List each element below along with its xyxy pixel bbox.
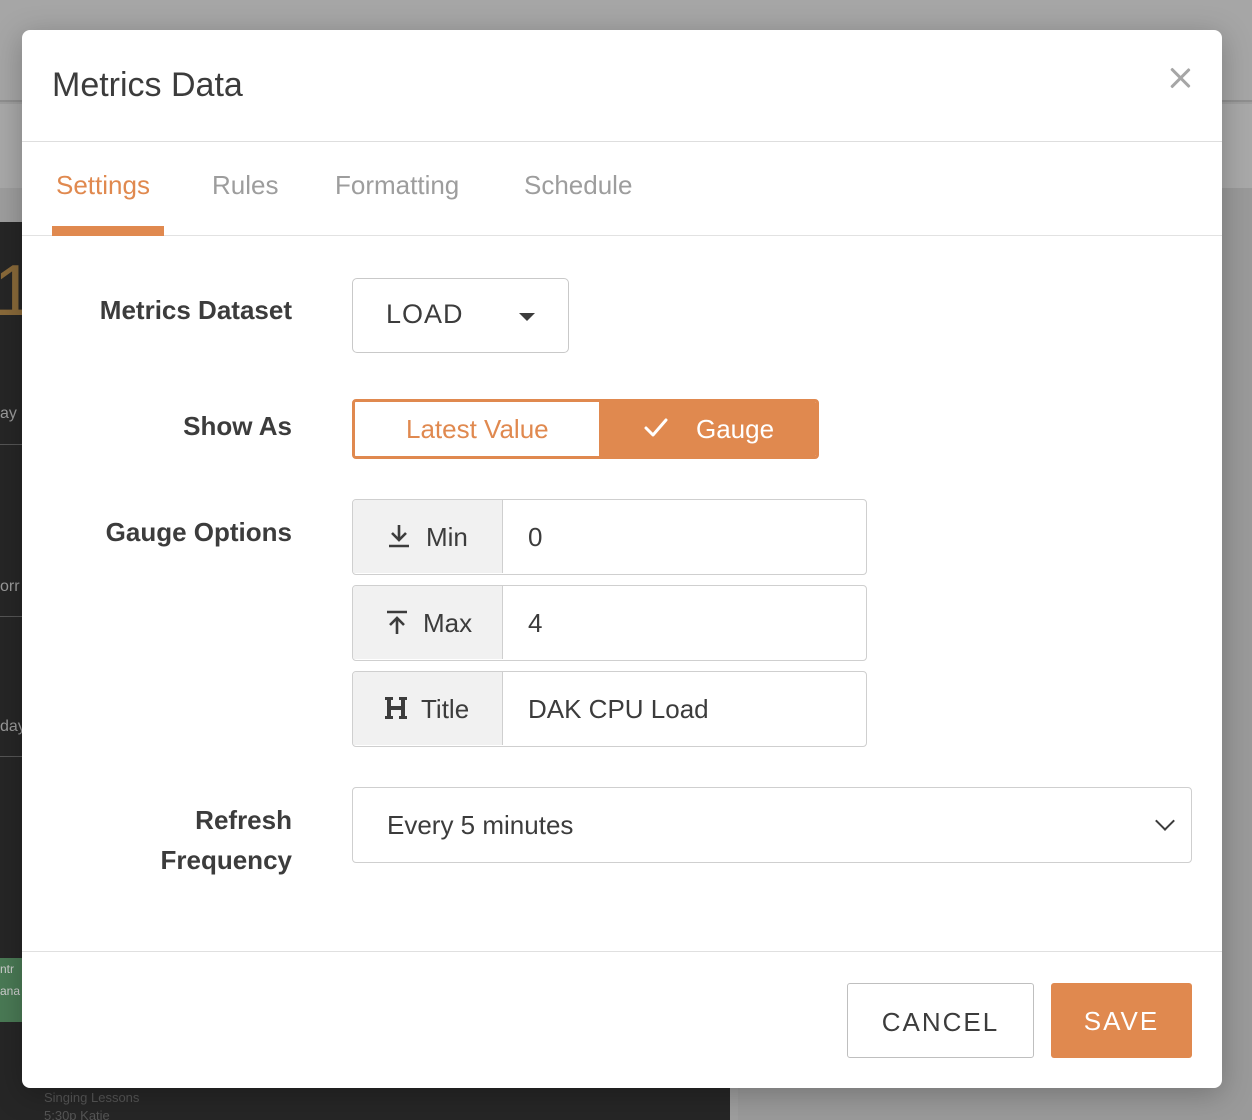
heading-icon: [385, 697, 407, 719]
metrics-dataset-label: Metrics Dataset: [99, 295, 292, 325]
gauge-min-input[interactable]: 0: [528, 522, 542, 553]
modal-header: Metrics Data: [22, 30, 1222, 142]
check-icon: [644, 418, 668, 437]
background-text: 5:30p Katie: [44, 1108, 110, 1120]
refresh-frequency-label-line1: Refresh: [195, 805, 292, 835]
close-icon[interactable]: [1166, 64, 1194, 92]
refresh-frequency-select[interactable]: Every 5 minutes: [352, 787, 1192, 863]
cancel-button-label: CANCEL: [881, 1007, 1000, 1037]
background-text: ay: [0, 405, 17, 422]
show-as-label: Show As: [183, 411, 292, 441]
background-text: orr: [0, 578, 20, 595]
latest-value-option[interactable]: Latest Value: [355, 402, 599, 456]
background-text: ntr: [0, 962, 15, 976]
min-addon: Min: [353, 500, 503, 573]
save-button[interactable]: SAVE: [1051, 983, 1192, 1058]
gauge-max-group: Max 4: [352, 585, 867, 661]
refresh-frequency-value: Every 5 minutes: [387, 810, 574, 840]
latest-value-label: Latest Value: [406, 414, 549, 444]
title-addon-label: Title: [421, 694, 470, 724]
gauge-option[interactable]: Gauge: [599, 402, 816, 456]
gauge-title-group: Title DAK CPU Load: [352, 671, 867, 747]
metrics-dataset-value: LOAD: [386, 299, 464, 329]
max-addon: Max: [353, 586, 503, 659]
background-divider: [0, 444, 22, 445]
background-text: Singing Lessons: [44, 1090, 140, 1105]
background-divider: [0, 756, 22, 757]
metrics-dataset-select[interactable]: LOAD: [352, 278, 569, 353]
gauge-label: Gauge: [696, 414, 775, 444]
tab-bar: Settings Rules Formatting Schedule: [22, 142, 1222, 236]
active-tab-indicator: [52, 226, 164, 236]
tab-settings[interactable]: Settings: [56, 170, 150, 201]
save-button-label: SAVE: [1083, 1006, 1160, 1036]
refresh-frequency-label-line2: Frequency: [160, 845, 293, 875]
gauge-min-group: Min 0: [352, 499, 867, 575]
download-icon: [389, 525, 409, 548]
footer-divider: [22, 951, 1222, 952]
min-addon-label: Min: [426, 522, 468, 552]
title-addon: Title: [353, 672, 503, 745]
upload-icon: [387, 610, 407, 634]
tab-schedule[interactable]: Schedule: [524, 170, 632, 201]
caret-down-icon: [519, 313, 535, 321]
tab-rules[interactable]: Rules: [212, 170, 278, 201]
background-divider: [0, 616, 22, 617]
metrics-data-modal: Metrics Data Settings Rules Formatting S…: [22, 30, 1222, 1088]
cancel-button[interactable]: CANCEL: [847, 983, 1034, 1058]
gauge-options-label: Gauge Options: [105, 517, 292, 547]
chevron-down-icon: [1155, 811, 1175, 831]
gauge-max-input[interactable]: 4: [528, 608, 542, 639]
max-addon-label: Max: [423, 608, 473, 638]
background-text: ana: [0, 984, 21, 998]
gauge-title-input[interactable]: DAK CPU Load: [528, 694, 709, 725]
modal-title: Metrics Data: [52, 66, 243, 104]
show-as-toggle: Latest Value Gauge: [352, 399, 819, 459]
tab-formatting[interactable]: Formatting: [335, 170, 459, 201]
